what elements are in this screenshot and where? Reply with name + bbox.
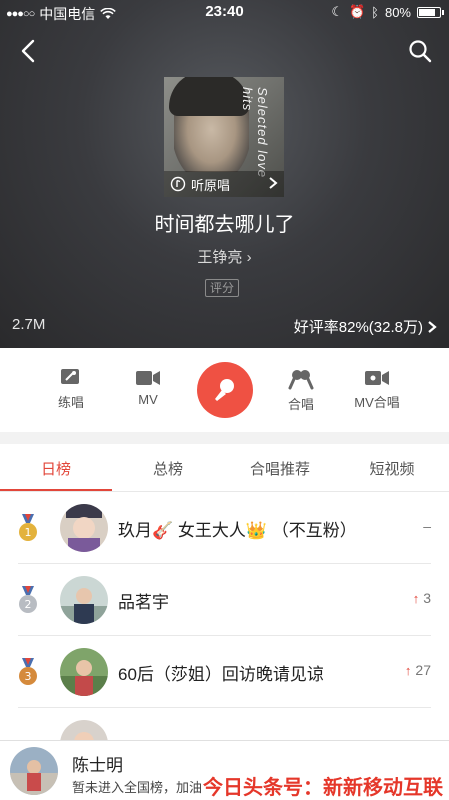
- rank-change-value: –: [423, 518, 431, 534]
- disc-icon: [170, 176, 186, 192]
- mv-button[interactable]: MV: [113, 368, 183, 407]
- tab-short-video[interactable]: 短视频: [336, 458, 448, 479]
- video-camera-icon: [136, 371, 160, 385]
- svg-text:1: 1: [25, 526, 32, 539]
- silver-medal-icon: 2: [19, 586, 37, 613]
- my-rank-status: 暂未进入全国榜，加油: [72, 780, 203, 795]
- chevron-right-icon: [428, 320, 437, 333]
- tab-overall[interactable]: 总榜: [112, 458, 224, 479]
- album-cover[interactable]: Selected love hits 听原唱: [164, 77, 284, 197]
- bluetooth-icon: ᛒ: [371, 4, 379, 20]
- artist-link[interactable]: 王铮亮 ›: [0, 246, 449, 267]
- mv-label: MV: [138, 392, 158, 407]
- list-item[interactable]: 3 60后（莎姐）回访晚请见谅 ↑ 27: [0, 636, 449, 708]
- list-item[interactable]: 2 品茗宇 ↑ 3: [0, 564, 449, 636]
- section-divider: [0, 432, 449, 444]
- avatar[interactable]: [60, 648, 108, 696]
- listen-count: 2.7M: [12, 316, 46, 333]
- cover-portrait-hair: [169, 77, 249, 116]
- my-rank-bar[interactable]: 陈士明 暂未进入全国榜，加油 今日头条号：新新移动互联: [0, 740, 449, 800]
- duet-icon: [288, 370, 314, 390]
- active-tab-indicator: [0, 489, 112, 491]
- tab-duet-recommend[interactable]: 合唱推荐: [224, 458, 336, 479]
- arrow-up-icon: ↑: [412, 590, 420, 606]
- list-item[interactable]: 1 玖月🎸 女王大人👑 （不互粉） –: [0, 492, 449, 564]
- good-rate-link[interactable]: 好评率82%(32.8万): [294, 316, 437, 337]
- duet-label: 合唱: [287, 397, 314, 412]
- practice-button[interactable]: 练唱: [36, 368, 106, 411]
- sing-button[interactable]: [197, 362, 253, 418]
- rank-change-value: 27: [415, 662, 431, 678]
- user-name: 60后（莎姐）回访晚请见谅: [118, 665, 324, 684]
- user-name: 玖月🎸 女王大人👑 （不互粉）: [118, 521, 357, 540]
- chevron-right-icon: [268, 176, 278, 193]
- battery-percent: 80%: [384, 4, 411, 20]
- gold-medal-icon: 1: [19, 514, 37, 541]
- duet-button[interactable]: 合唱: [266, 368, 336, 413]
- battery-icon: [417, 6, 444, 18]
- svg-text:3: 3: [25, 670, 32, 683]
- my-avatar[interactable]: [10, 747, 58, 795]
- mv-duet-button[interactable]: MV合唱: [342, 368, 412, 411]
- mv-duet-icon: [365, 371, 389, 385]
- rank-change: ↑ 3: [413, 590, 431, 606]
- arrow-up-icon: ↑: [404, 662, 412, 678]
- rank-change: ↑ 27: [405, 662, 431, 678]
- rank-change-value: 3: [423, 590, 431, 606]
- status-bar: ●●●○○ 中国电信 23:40 ☾ ⏰ ᛒ 80%: [0, 0, 449, 24]
- rating-tag[interactable]: 评分: [205, 279, 239, 297]
- moon-icon: ☾: [331, 4, 343, 19]
- back-arrow-icon[interactable]: [14, 36, 44, 66]
- user-name: 品茗宇: [118, 593, 169, 612]
- svg-text:2: 2: [25, 598, 32, 611]
- my-name: 陈士明: [72, 756, 123, 775]
- listen-original-button[interactable]: 听原唱: [164, 171, 284, 197]
- bronze-medal-icon: 3: [19, 658, 37, 685]
- practice-label: 练唱: [57, 395, 84, 410]
- song-title: 时间都去哪儿了: [154, 214, 295, 236]
- avatar[interactable]: [60, 576, 108, 624]
- alarm-icon: ⏰: [348, 4, 366, 19]
- avatar[interactable]: [60, 504, 108, 552]
- microphone-icon: [215, 379, 234, 401]
- listen-original-label: 听原唱: [191, 177, 231, 193]
- watermark: 今日头条号：新新移动互联: [203, 777, 443, 799]
- good-rate-text: 好评率82%(32.8万): [293, 319, 423, 336]
- tab-daily[interactable]: 日榜: [0, 458, 112, 479]
- search-icon[interactable]: [407, 38, 433, 64]
- mv-duet-label: MV合唱: [354, 395, 400, 410]
- practice-icon: [61, 369, 79, 384]
- ranking-tabs: 日榜 总榜 合唱推荐 短视频: [0, 444, 449, 492]
- song-header: ●●●○○ 中国电信 23:40 ☾ ⏰ ᛒ 80% Selected love…: [0, 0, 449, 348]
- rank-change: –: [423, 518, 431, 534]
